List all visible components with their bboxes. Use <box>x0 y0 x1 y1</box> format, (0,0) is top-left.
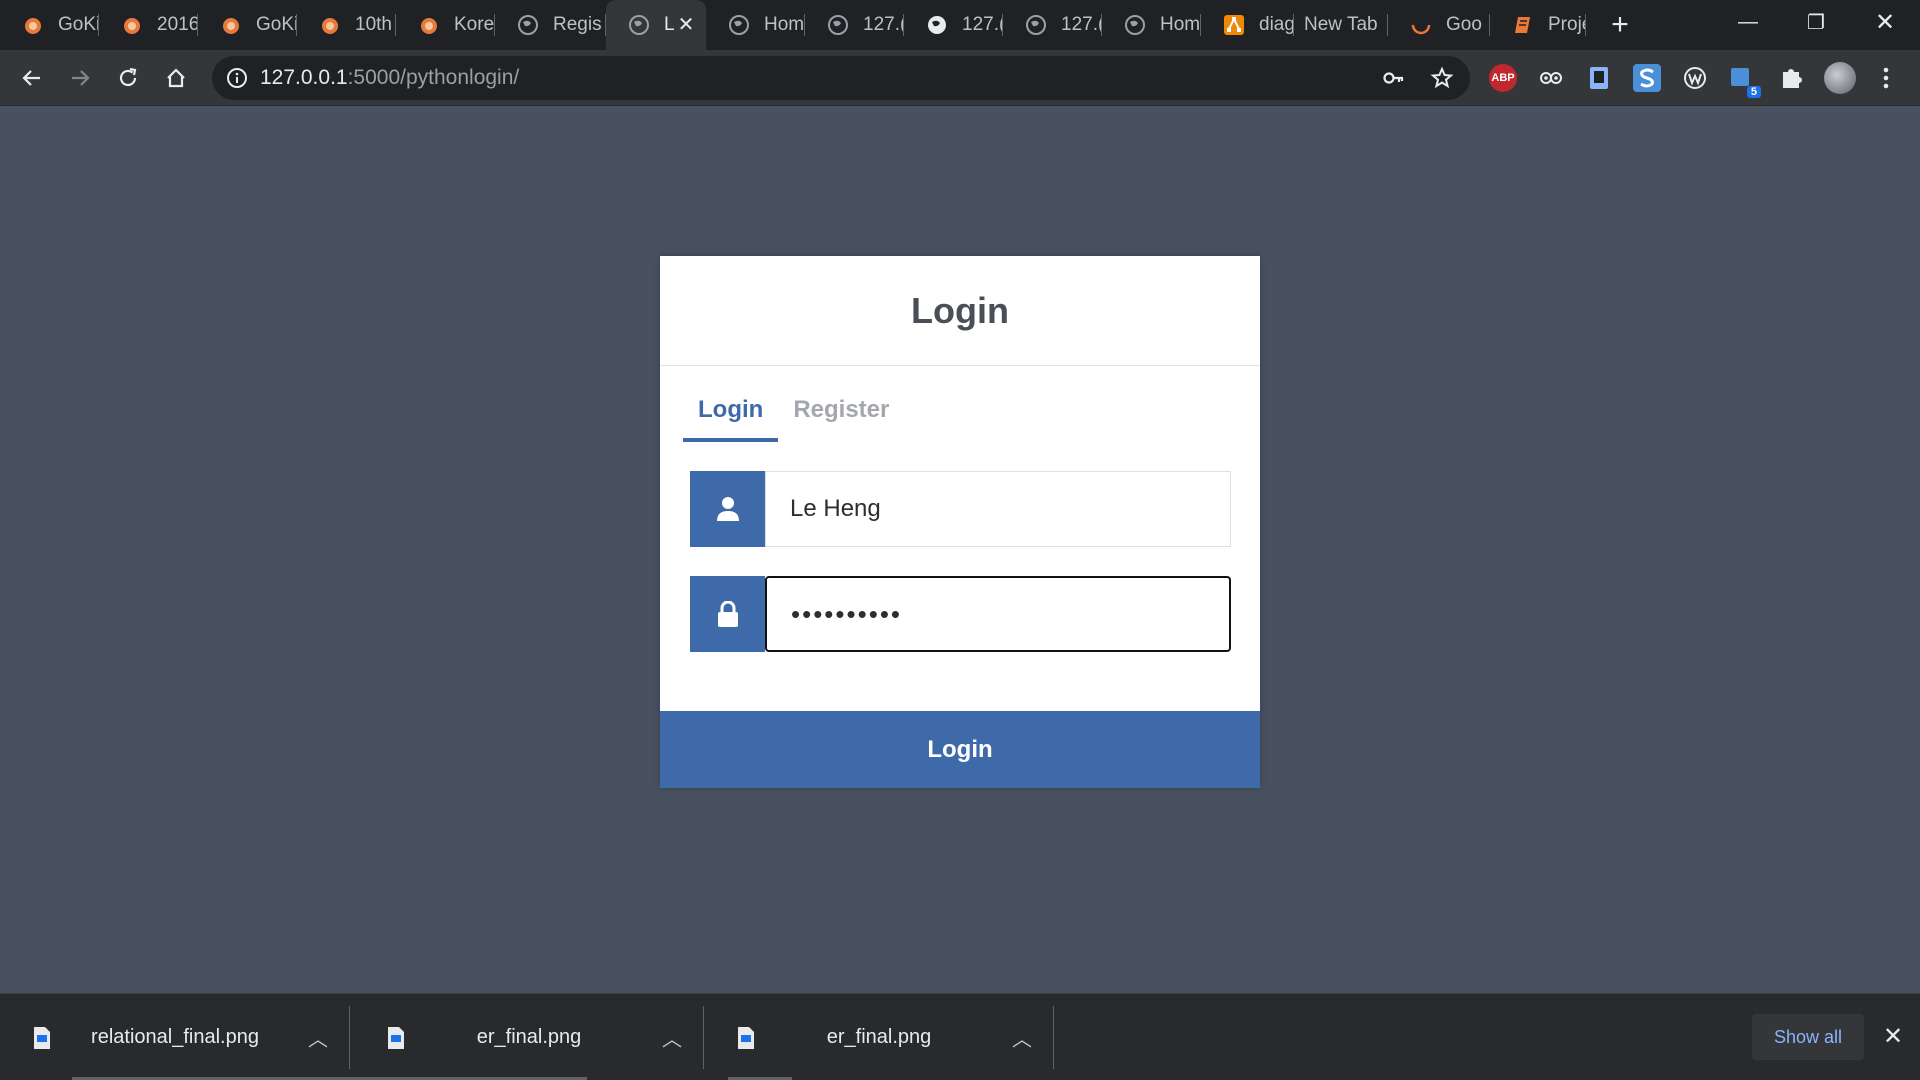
close-shelf-icon[interactable]: ✕ <box>1876 1020 1910 1054</box>
password-input[interactable] <box>765 576 1231 652</box>
chevron-up-icon[interactable]: ︿ <box>298 1023 338 1052</box>
url-host: 127.0.0.1 <box>260 66 348 89</box>
download-filename: er_final.png <box>826 1026 932 1048</box>
squirrel-icon <box>220 14 242 36</box>
browser-tab[interactable]: diag <box>1201 0 1294 50</box>
tab-register[interactable]: Register <box>778 386 904 442</box>
home-icon <box>167 68 185 88</box>
globe-icon <box>628 14 650 36</box>
home-button[interactable] <box>156 58 196 98</box>
browser-tab[interactable]: Kore <box>396 0 495 50</box>
reload-button[interactable] <box>108 58 148 98</box>
minimize-button[interactable]: — <box>1713 0 1783 44</box>
extension-badge-count: 5 <box>1746 86 1761 98</box>
user-icon <box>690 471 765 547</box>
owl-extension-icon[interactable] <box>1537 64 1565 92</box>
new-tab-button[interactable]: + <box>1603 8 1637 42</box>
squirrel-icon <box>319 14 341 36</box>
arrow-left-icon <box>22 70 40 86</box>
download-item[interactable]: er_final.png ︿ <box>704 994 1054 1080</box>
browser-tab[interactable]: GoKi <box>0 0 99 50</box>
chevron-up-icon[interactable]: ︿ <box>1002 1023 1042 1052</box>
username-input[interactable] <box>765 471 1231 547</box>
menu-kebab-icon[interactable] <box>1872 64 1900 92</box>
login-card: Login Login Register Login <box>660 256 1260 788</box>
address-bar[interactable]: 127.0.0.1:5000/pythonlogin/ <box>212 56 1470 100</box>
profile-avatar[interactable] <box>1824 62 1856 94</box>
page-title: Login <box>911 289 1009 331</box>
forward-button[interactable] <box>60 58 100 98</box>
reader-extension-icon[interactable] <box>1585 64 1613 92</box>
download-shelf: relational_final.png ︿ er_final.png ︿ er… <box>0 993 1920 1080</box>
download-filename: relational_final.png <box>91 1026 259 1048</box>
browser-tab[interactable]: Hom <box>1102 0 1201 50</box>
key-icon[interactable] <box>1382 66 1406 90</box>
file-icon <box>738 1026 754 1049</box>
browser-tab[interactable]: 127.( <box>805 0 904 50</box>
browser-tab[interactable]: 127.( <box>1003 0 1102 50</box>
auth-tabs: Login Register <box>683 386 904 442</box>
url-path: :5000/pythonlogin/ <box>347 66 520 89</box>
username-field <box>690 471 1231 547</box>
globe-icon <box>1124 14 1146 36</box>
globe-icon <box>1025 14 1047 36</box>
globe-icon <box>926 14 948 36</box>
chevron-up-icon[interactable]: ︿ <box>652 1023 692 1052</box>
password-field <box>690 576 1231 652</box>
download-item[interactable]: relational_final.png ︿ <box>0 994 350 1080</box>
file-icon <box>388 1026 404 1049</box>
badge-extension-icon[interactable]: 5 <box>1729 64 1761 98</box>
diagram-icon <box>1223 14 1245 36</box>
browser-toolbar: 127.0.0.1:5000/pythonlogin/ ABP 5 <box>0 50 1920 106</box>
squirrel-icon <box>22 14 44 36</box>
browser-tab[interactable]: Hom <box>706 0 805 50</box>
browser-tab[interactable]: Goo <box>1388 0 1490 50</box>
browser-tab[interactable]: 127.( <box>904 0 1003 50</box>
file-icon <box>34 1026 50 1049</box>
browser-tab[interactable]: Proje <box>1490 0 1586 50</box>
lock-icon <box>690 576 765 652</box>
book-icon <box>1512 14 1534 36</box>
star-icon[interactable] <box>1430 66 1454 90</box>
globe-icon <box>827 14 849 36</box>
window-close-button[interactable]: ✕ <box>1850 0 1920 44</box>
globe-icon <box>728 14 750 36</box>
puzzle-icon[interactable] <box>1777 64 1805 92</box>
restore-button[interactable]: ❐ <box>1781 0 1851 44</box>
tab-login[interactable]: Login <box>683 386 779 442</box>
google-loading-icon <box>1410 14 1432 36</box>
browser-tab[interactable]: Regis <box>495 0 606 50</box>
browser-tab[interactable]: 2016 <box>99 0 198 50</box>
browser-tab-active[interactable]: L ✕ <box>606 0 706 50</box>
squirrel-icon <box>418 14 440 36</box>
card-header: Login <box>660 256 1260 366</box>
login-submit-button[interactable]: Login <box>660 711 1260 788</box>
w-extension-icon[interactable] <box>1681 64 1709 92</box>
reload-icon <box>119 67 137 87</box>
globe-icon <box>517 14 539 36</box>
squirrel-icon <box>121 14 143 36</box>
download-filename: er_final.png <box>476 1026 582 1048</box>
browser-tab[interactable]: 10th <box>297 0 396 50</box>
show-all-downloads-button[interactable]: Show all <box>1752 1014 1864 1060</box>
browser-tab[interactable]: GoKi <box>198 0 297 50</box>
browser-tab[interactable]: New Tab <box>1294 0 1388 50</box>
close-tab-icon[interactable]: ✕ <box>676 15 696 35</box>
adblock-icon[interactable]: ABP <box>1489 64 1517 92</box>
download-item[interactable]: er_final.png ︿ <box>354 994 704 1080</box>
tab-strip: GoKi 2016 GoKi 10th Kore Regis L ✕ Hom 1… <box>0 0 1920 50</box>
info-icon[interactable] <box>226 67 248 89</box>
s-extension-icon[interactable] <box>1633 64 1661 92</box>
arrow-right-icon <box>72 70 90 86</box>
back-button[interactable] <box>12 58 52 98</box>
